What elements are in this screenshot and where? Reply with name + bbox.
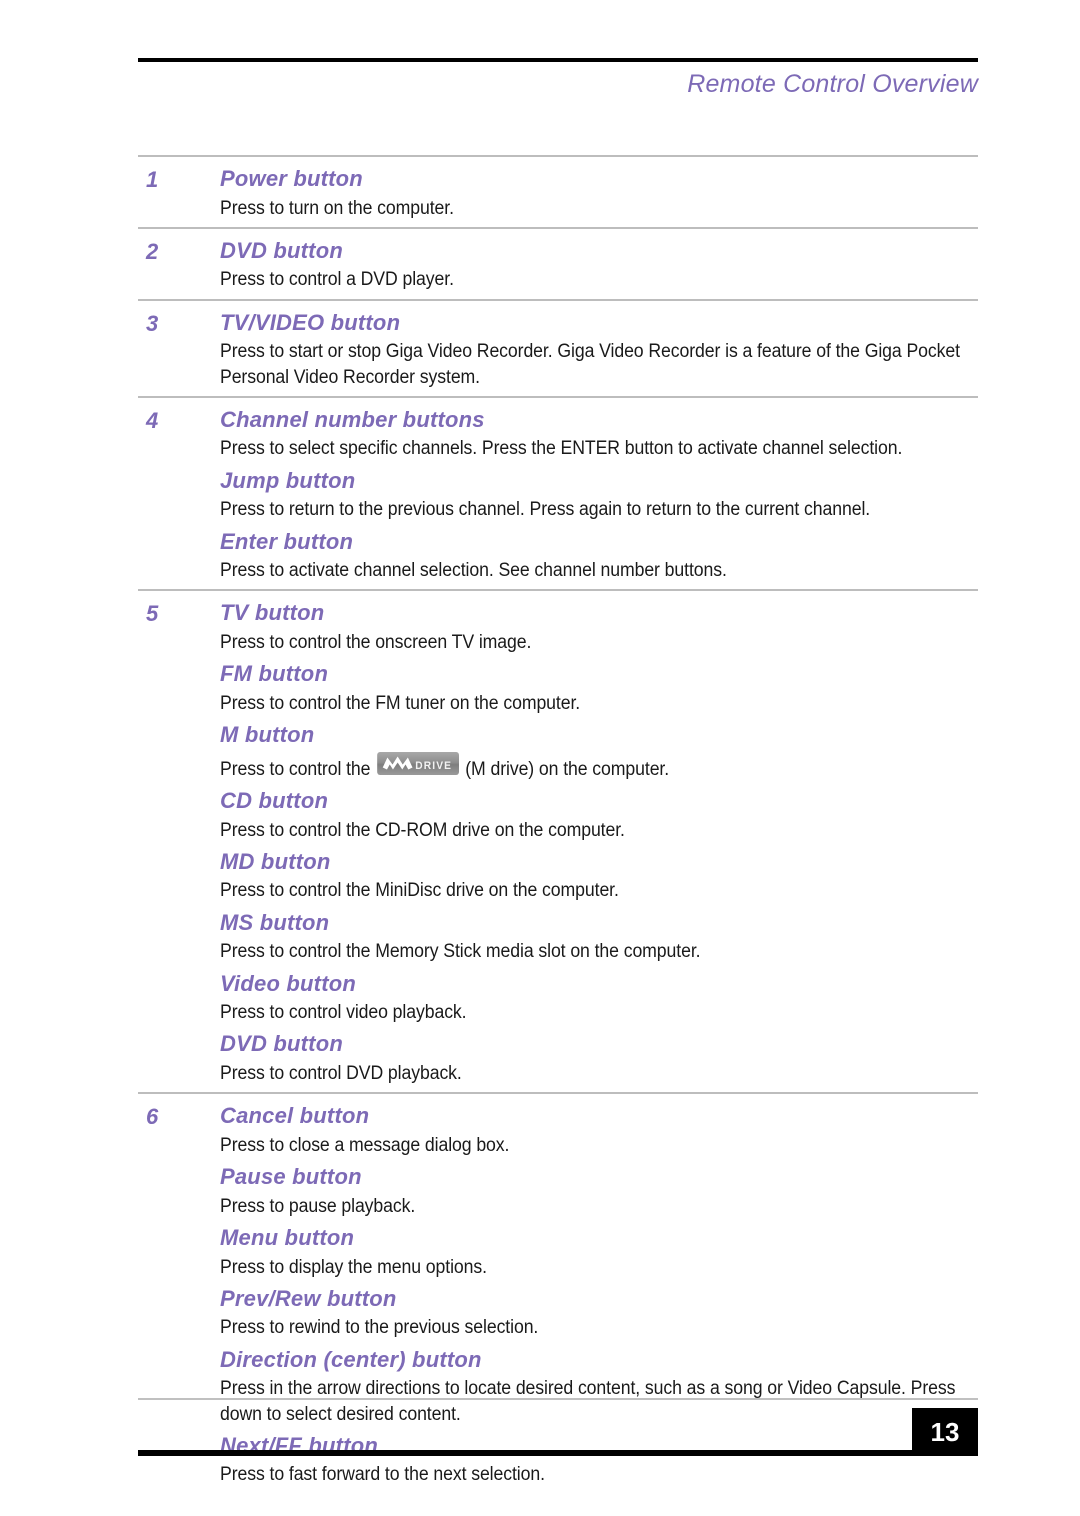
footer-rule-thin: [138, 1398, 978, 1400]
section: 5 TV button Press to control the onscreen …: [138, 589, 978, 1092]
item-title: Channel number buttons: [220, 406, 485, 432]
section: 3 TV/VIDEO button Press to start or stop G…: [138, 298, 978, 396]
item-description-after-logo: (M drive) on the computer.: [465, 758, 670, 780]
item-description: Press to display the menu options.: [220, 1256, 487, 1278]
page-number: 13: [912, 1408, 978, 1456]
item-title: Pause button: [220, 1164, 362, 1190]
section: 6 Cancel button Press to close a message d…: [138, 1092, 978, 1493]
item-title: Video button: [220, 970, 357, 996]
item-title: Cancel button: [220, 1103, 370, 1129]
section-number: 2: [146, 238, 159, 264]
section-number: 6: [146, 1104, 159, 1130]
item-description: Press to close a message dialog box.: [220, 1134, 510, 1156]
section-body: 4 Channel number buttons Press to select s…: [138, 398, 978, 590]
footer-rule-thick: [138, 1450, 978, 1456]
item-description: Press in the arrow directions to locate …: [220, 1378, 956, 1425]
section-number: 3: [146, 310, 159, 336]
section: 1 Power button Press to turn on the comput…: [138, 155, 978, 227]
item-description: Press to control DVD playback.: [220, 1063, 462, 1085]
item-description: Press to control the Memory Stick media …: [220, 941, 701, 963]
item-description: Press to select specific channels. Press…: [220, 438, 903, 460]
item-title: TV/VIDEO button: [220, 309, 401, 335]
item-title: Prev/Rew button: [220, 1285, 397, 1311]
item-description: Press to return to the previous channel.…: [220, 499, 871, 521]
m-drive-logo-icon: DRIVE: [376, 751, 459, 775]
item-description: Press to control a DVD player.: [220, 269, 454, 291]
item-title: DVD button: [220, 1031, 343, 1057]
item-title: MD button: [220, 848, 331, 874]
section-number: 4: [146, 407, 159, 433]
item-title: MS button: [220, 909, 330, 935]
item-description: Press to control video playback.: [220, 1002, 467, 1024]
svg-text:DRIVE: DRIVE: [415, 759, 452, 771]
section-number: 5: [146, 601, 159, 627]
section-body: 5 TV button Press to control the onscreen …: [138, 591, 978, 1092]
section: 2 DVD button Press to control a DVD player…: [138, 226, 978, 299]
section-number: 1: [146, 167, 159, 192]
section-body: 6 Cancel button Press to close a message d…: [138, 1094, 978, 1493]
item-description: Press to rewind to the previous selectio…: [220, 1317, 539, 1339]
page-header-title: Remote Control Overview: [687, 70, 978, 98]
section-body: 2 DVD button Press to control a DVD player…: [138, 229, 978, 299]
content-area: 1 Power button Press to turn on the comput…: [138, 155, 978, 1494]
item-title: TV button: [220, 600, 325, 626]
section-body: 1 Power button Press to turn on the comput…: [138, 157, 978, 227]
item-description: Press to pause playback.: [220, 1195, 416, 1217]
item-description: Press to control the MiniDisc drive on t…: [220, 880, 619, 902]
item-title: Power button: [220, 166, 363, 191]
item-title: Jump button: [220, 467, 356, 493]
header-rule: [138, 58, 978, 62]
section: 4 Channel number buttons Press to select s…: [138, 395, 978, 590]
item-title: FM button: [220, 661, 329, 687]
item-description: Press to control the DRIVE (M drive) on th…: [220, 751, 978, 782]
item-description: Press to control the FM tuner on the com…: [220, 692, 581, 714]
item-description: Press to activate channel selection. See…: [220, 560, 727, 582]
item-title: M button: [220, 722, 315, 748]
section-body: 3 TV/VIDEO button Press to start or stop G…: [138, 301, 978, 396]
document-page: Remote Control Overview 1 Power button Pre…: [0, 0, 1080, 1516]
item-title: DVD button: [220, 237, 343, 263]
item-title: Direction (center) button: [220, 1346, 482, 1372]
item-title: Enter button: [220, 528, 354, 554]
item-title: Next/FF button: [220, 1432, 378, 1458]
item-description: Press to start or stop Giga Video Record…: [220, 341, 960, 388]
item-description: Press to fast forward to the next select…: [220, 1464, 545, 1486]
item-description: Press to turn on the computer.: [220, 197, 454, 219]
item-description-before-logo: Press to control the: [220, 758, 371, 780]
item-title: CD button: [220, 788, 329, 813]
item-title: Menu button: [220, 1225, 355, 1251]
item-description: Press to control the CD-ROM drive on the…: [220, 819, 625, 841]
item-description: Press to control the onscreen TV image.: [220, 632, 532, 654]
